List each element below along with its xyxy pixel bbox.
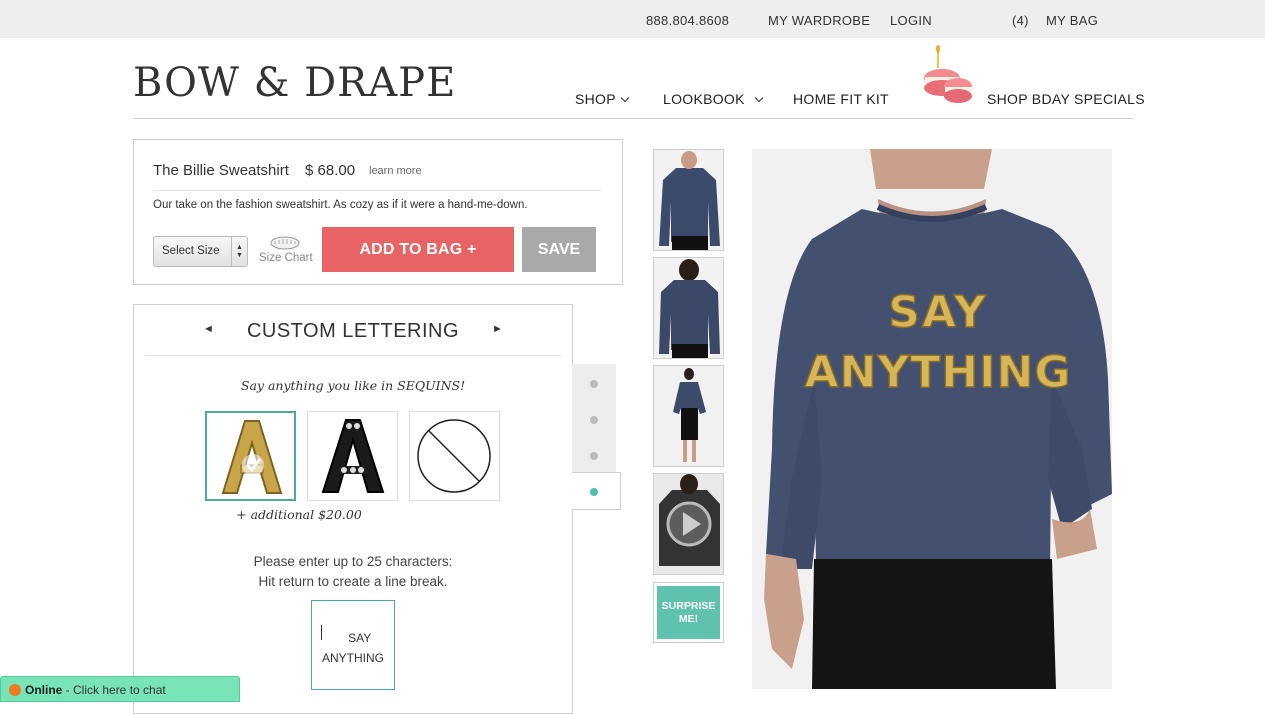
nav-lookbook[interactable]: LOOKBOOK <box>663 91 764 107</box>
thumbnail-back[interactable] <box>653 257 724 359</box>
thumbnail-full-body[interactable] <box>653 365 724 467</box>
sweatshirt-back-thumbnail <box>654 258 723 358</box>
no-symbol-icon <box>417 419 491 493</box>
text-caret <box>321 625 322 640</box>
nav-shop-label: SHOP <box>575 91 616 107</box>
chat-status: Online <box>25 683 63 697</box>
black-sequin-letter-icon <box>321 419 385 493</box>
top-utility-bar: 888.804.8608 MY WARDROBE LOGIN (4) MY BA… <box>0 0 1265 38</box>
birthday-macaron-icon <box>924 45 972 103</box>
gold-sequin-letter-icon <box>221 420 283 494</box>
sweatshirt-front-thumbnail <box>654 150 723 250</box>
thumbnail-front[interactable] <box>653 149 724 251</box>
black-sequin-option[interactable] <box>307 411 398 501</box>
header-divider <box>133 118 1133 119</box>
full-body-thumbnail <box>654 366 723 466</box>
site-logo[interactable]: BOW & DRAPE <box>133 60 456 106</box>
thumbnail-video[interactable] <box>653 473 724 575</box>
lettering-text-input[interactable]: SAY ANYTHING <box>311 600 395 690</box>
select-arrows-icon: ▲ ▼ <box>231 237 247 266</box>
step-dot-3[interactable] <box>590 452 598 460</box>
no-lettering-option[interactable] <box>409 411 500 501</box>
next-arrow-icon[interactable]: ► <box>492 323 503 335</box>
instruction-line-1: Please enter up to 25 characters: <box>253 554 453 569</box>
custom-lettering-panel: ◄ CUSTOM LETTERING ► Say anything you li… <box>133 304 573 714</box>
lettering-text-value: SAY ANYTHING <box>321 631 384 665</box>
step-dot-4 <box>590 488 598 496</box>
lettering-instructions: Please enter up to 25 characters: Hit re… <box>134 552 572 592</box>
product-price: $ 68.00 <box>305 162 356 179</box>
chevron-down-icon <box>620 93 630 103</box>
product-name: The Billie Sweatshirt <box>153 162 289 179</box>
product-description: Our take on the fashion sweatshirt. As c… <box>153 199 528 211</box>
chat-icon <box>9 684 21 696</box>
my-bag-link[interactable]: MY BAG <box>1046 13 1098 28</box>
lettering-divider <box>145 355 561 356</box>
lettering-title: CUSTOM LETTERING <box>246 320 460 342</box>
login-link[interactable]: LOGIN <box>890 13 932 28</box>
chat-label: - Click here to chat <box>62 683 166 697</box>
gold-sequin-option[interactable] <box>205 411 296 501</box>
main-product-image: SAY ANYTHING <box>752 149 1112 689</box>
nav-bday-specials[interactable]: SHOP BDAY SPECIALS <box>987 91 1145 107</box>
product-divider <box>153 190 601 191</box>
size-select[interactable]: Select Size ▲ ▼ <box>153 236 248 267</box>
step-dot-1[interactable] <box>590 380 598 388</box>
additional-cost: + additional $20.00 <box>236 507 362 522</box>
learn-more-link[interactable]: learn more <box>369 165 422 177</box>
surprise-me-label: SURPRISE ME! <box>657 586 720 639</box>
nav-lookbook-label: LOOKBOOK <box>663 91 745 107</box>
surprise-me-button[interactable]: SURPRISE ME! <box>653 582 724 643</box>
chat-widget[interactable]: Online - Click here to chat <box>0 676 240 702</box>
chevron-down-icon <box>754 93 764 103</box>
add-to-bag-button[interactable]: ADD TO BAG + <box>322 227 514 272</box>
measuring-tape-icon[interactable] <box>269 235 301 251</box>
save-button[interactable]: SAVE <box>522 227 596 272</box>
size-select-value: Select Size <box>162 245 220 257</box>
step-dot-2[interactable] <box>590 416 598 424</box>
lettering-subtitle: Say anything you like in SEQUINS! <box>240 378 466 393</box>
bag-count[interactable]: (4) <box>1012 13 1029 28</box>
main-image-line-1: SAY <box>888 287 987 338</box>
step-tab-active[interactable] <box>572 472 621 510</box>
video-thumbnail <box>654 474 723 574</box>
step-tabs <box>572 364 616 472</box>
my-wardrobe-link[interactable]: MY WARDROBE <box>768 13 870 28</box>
main-image-line-2: ANYTHING <box>805 347 1072 398</box>
instruction-line-2: Hit return to create a line break. <box>258 574 448 589</box>
product-summary: The Billie Sweatshirt $ 68.00 learn more… <box>133 139 623 285</box>
size-chart-link[interactable]: Size Chart <box>259 252 313 264</box>
nav-home-fit-kit[interactable]: HOME FIT KIT <box>793 91 889 107</box>
model-sweatshirt-image: SAY ANYTHING <box>752 149 1112 689</box>
phone-number: 888.804.8608 <box>646 13 730 28</box>
nav-shop[interactable]: SHOP <box>575 91 630 107</box>
